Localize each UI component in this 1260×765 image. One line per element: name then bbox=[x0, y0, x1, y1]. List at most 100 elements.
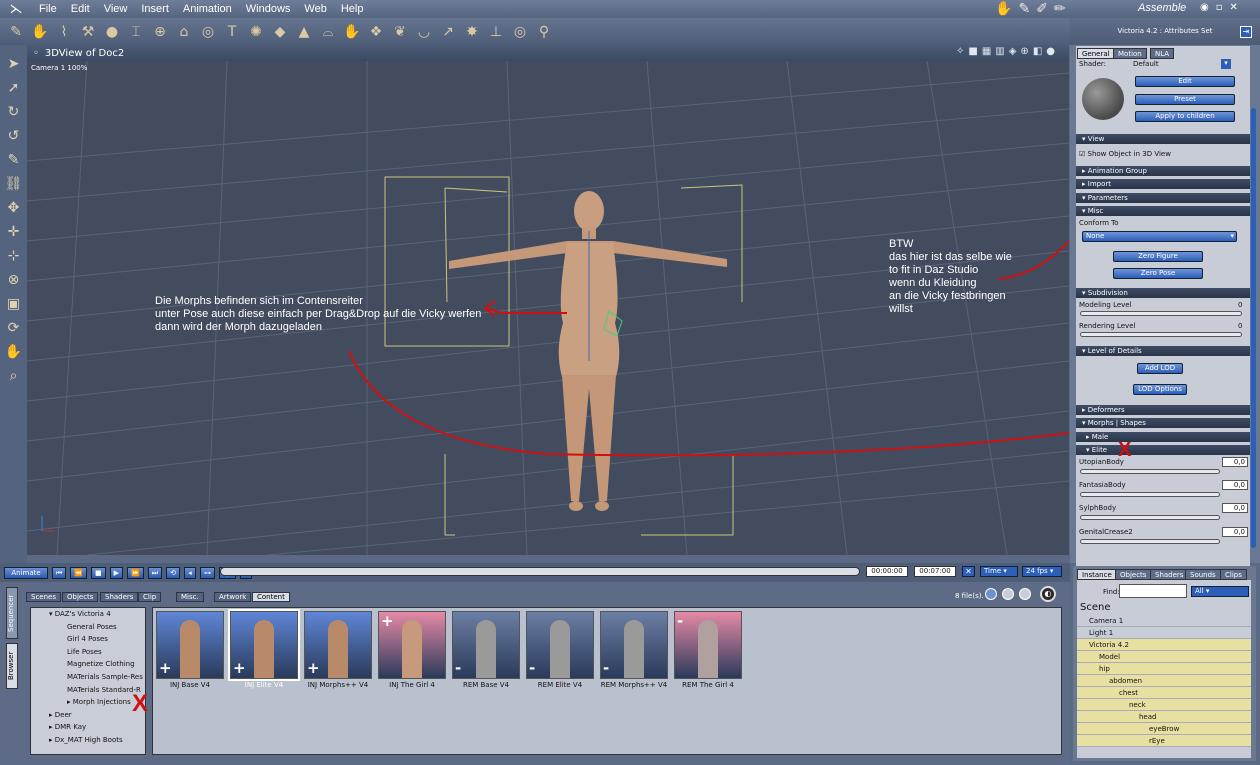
menu-insert[interactable]: Insert bbox=[134, 0, 176, 18]
browser-options-icon[interactable]: ◐ bbox=[1040, 586, 1056, 602]
content-thumbnail[interactable]: + INJ Elite V4 bbox=[228, 609, 300, 693]
menu-edit[interactable]: Edit bbox=[64, 0, 97, 18]
scene-tree-row[interactable]: chest bbox=[1077, 687, 1251, 699]
menu-animation[interactable]: Animation bbox=[176, 0, 239, 18]
section-view[interactable]: ▾ View bbox=[1076, 134, 1250, 144]
layout-single-icon[interactable]: ■ bbox=[968, 46, 977, 57]
scale-icon[interactable]: ✛ bbox=[3, 221, 25, 243]
zero-figure-button[interactable]: Zero Figure bbox=[1113, 251, 1203, 262]
tree-item[interactable]: ▾ DAZ's Victoria 4 bbox=[49, 610, 111, 618]
morph-fantasia-value[interactable]: 0,0 bbox=[1222, 480, 1248, 490]
zoom-icon[interactable]: ⌕ bbox=[3, 365, 25, 387]
morph-sylph-slider[interactable] bbox=[1080, 515, 1220, 520]
section-subdivision[interactable]: ▾ Subdivision bbox=[1076, 288, 1250, 298]
3d-viewport[interactable]: Camera 1 100% Die Morphs befinden sich i… bbox=[27, 61, 1069, 555]
timeline-slider[interactable] bbox=[220, 567, 860, 576]
cube-icon[interactable]: ◧ bbox=[1033, 46, 1042, 57]
brush-icon[interactable]: ✎ bbox=[3, 149, 25, 171]
view-mode-large-icon[interactable] bbox=[985, 588, 997, 600]
camera-rotate-icon[interactable]: ⟳ bbox=[3, 317, 25, 339]
conform-to-dropdown[interactable]: None ▾ bbox=[1082, 231, 1237, 242]
tree-item[interactable]: Girl 4 Poses bbox=[67, 635, 108, 643]
view-mode-list-icon[interactable] bbox=[1019, 588, 1031, 600]
content-thumbnail[interactable]: + INJ Morphs++ V4 bbox=[304, 611, 372, 693]
scene-tree-row[interactable]: neck bbox=[1077, 699, 1251, 711]
content-thumbnail[interactable]: + INJ The Girl 4 bbox=[378, 611, 446, 693]
morph-utopian-value[interactable]: 0,0 bbox=[1222, 457, 1248, 467]
go-start-icon[interactable]: ⏮ bbox=[52, 566, 67, 579]
morph-genital-slider[interactable] bbox=[1080, 539, 1220, 544]
tab-motion[interactable]: Motion bbox=[1113, 48, 1147, 59]
tree-item[interactable]: ▸ Deer bbox=[49, 711, 72, 719]
menu-view[interactable]: View bbox=[97, 0, 135, 18]
gear-shape-icon[interactable]: ✺ bbox=[246, 22, 266, 42]
hand-tool-icon[interactable]: ✋ bbox=[30, 22, 50, 42]
tab-browser[interactable]: Browser bbox=[6, 643, 18, 689]
tab-content[interactable]: Content bbox=[252, 592, 290, 602]
section-level-of-details[interactable]: ▾ Level of Details bbox=[1076, 346, 1250, 356]
lasso-tool-icon[interactable]: ⌇ bbox=[54, 22, 74, 42]
panel-pin-icon[interactable]: ⇥ bbox=[1240, 26, 1252, 38]
time-mode-dropdown[interactable]: Time ▾ bbox=[980, 566, 1018, 577]
tab-clip[interactable]: Clip bbox=[138, 592, 162, 602]
tab-objects[interactable]: Objects bbox=[62, 592, 99, 602]
morph-genital-value[interactable]: 0,0 bbox=[1222, 527, 1248, 537]
content-thumbnail[interactable]: - REM The Girl 4 bbox=[674, 611, 742, 693]
bowl-icon[interactable]: ◡ bbox=[414, 22, 434, 42]
minimize-icon[interactable]: ▫ bbox=[1216, 2, 1223, 13]
tab-sequencer[interactable]: Sequencer bbox=[6, 587, 18, 639]
link-icon[interactable]: ⛓ bbox=[3, 173, 25, 195]
scene-tree-row[interactable]: Victoria 4.2 bbox=[1077, 639, 1251, 651]
scene-tree-row[interactable]: hip bbox=[1077, 663, 1251, 675]
scene-tree-row[interactable]: rEye bbox=[1077, 735, 1251, 747]
tube-icon[interactable]: ⌂ bbox=[174, 22, 194, 42]
stretch-icon[interactable]: ↗ bbox=[438, 22, 458, 42]
light-icon[interactable]: ✧ bbox=[956, 46, 964, 57]
play-icon[interactable]: ▶ bbox=[109, 566, 124, 579]
terrain-icon[interactable]: ▲ bbox=[294, 22, 314, 42]
tab-sounds[interactable]: Sounds bbox=[1185, 569, 1221, 580]
cylinder-icon[interactable]: ⌶ bbox=[126, 22, 146, 42]
splash-icon[interactable]: ✸ bbox=[462, 22, 482, 42]
morph-sylph-value[interactable]: 0,0 bbox=[1222, 503, 1248, 513]
layout-split-icon[interactable]: ▥ bbox=[995, 46, 1004, 57]
plane-icon[interactable]: ◆ bbox=[270, 22, 290, 42]
torus-icon[interactable]: ⊕ bbox=[150, 22, 170, 42]
loop-icon[interactable]: ⟲ bbox=[166, 566, 180, 579]
find-input[interactable] bbox=[1119, 584, 1187, 598]
close-icon[interactable]: ✕ bbox=[1230, 2, 1238, 13]
scene-tree-row[interactable]: abdomen bbox=[1077, 675, 1251, 687]
sphere-icon[interactable]: ● bbox=[102, 22, 122, 42]
zero-pose-button[interactable]: Zero Pose bbox=[1113, 268, 1203, 279]
rotate-icon[interactable]: ↻ bbox=[3, 101, 25, 123]
text-tool-icon[interactable]: T bbox=[222, 22, 242, 42]
tree-item[interactable]: MATerials Sample-Res bbox=[67, 673, 143, 681]
pen-room-icon[interactable]: ✎ bbox=[1018, 1, 1030, 17]
section-morphs-shapes[interactable]: ▾ Morphs | Shapes bbox=[1076, 418, 1250, 428]
translate-icon[interactable]: ✥ bbox=[3, 197, 25, 219]
scene-tree-row[interactable]: Light 1 bbox=[1077, 627, 1251, 639]
hand-shape-icon[interactable]: ✋ bbox=[342, 22, 362, 42]
morph-utopian-slider[interactable] bbox=[1080, 469, 1220, 474]
hat-icon[interactable]: ⌓ bbox=[318, 22, 338, 42]
morph-fantasia-slider[interactable] bbox=[1080, 492, 1220, 497]
modeling-level-slider[interactable] bbox=[1080, 311, 1242, 316]
box-icon[interactable]: ▣ bbox=[3, 293, 25, 315]
rendering-level-slider[interactable] bbox=[1080, 332, 1242, 337]
mode-label[interactable]: Assemble bbox=[1138, 2, 1186, 14]
lod-options-button[interactable]: LOD Options bbox=[1133, 384, 1187, 395]
tab-nla[interactable]: NLA bbox=[1150, 48, 1175, 59]
tab-clips[interactable]: Clips bbox=[1220, 569, 1247, 580]
edit-button[interactable]: Edit bbox=[1135, 76, 1235, 87]
show-object-checkbox[interactable]: ☑ Show Object in 3D View bbox=[1079, 150, 1171, 159]
apply-to-children-button[interactable]: Apply to children bbox=[1135, 111, 1235, 122]
scene-tree-row[interactable]: Camera 1 bbox=[1077, 615, 1251, 627]
menu-file[interactable]: File bbox=[32, 0, 64, 18]
navigate-icon[interactable]: ⊕ bbox=[1020, 46, 1028, 57]
attributes-scrollbar[interactable] bbox=[1251, 108, 1256, 548]
shader-value[interactable]: Default bbox=[1133, 60, 1159, 69]
step-forward-icon[interactable]: ⏩ bbox=[127, 566, 144, 579]
time-end[interactable]: 00:07:00 bbox=[914, 566, 956, 577]
hand-room-icon[interactable]: ✋ bbox=[995, 1, 1012, 17]
layout-quad-icon[interactable]: ▦ bbox=[982, 46, 991, 57]
